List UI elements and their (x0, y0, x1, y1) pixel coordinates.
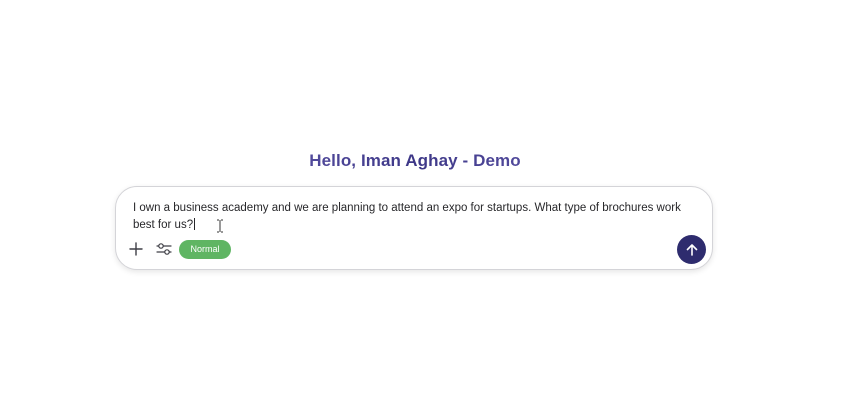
greeting-title: Hello, Iman Aghay - Demo (0, 151, 830, 171)
chat-composer: I own a business academy and we are plan… (115, 186, 713, 270)
settings-button[interactable] (154, 239, 174, 259)
mode-toggle[interactable]: Normal (179, 240, 231, 259)
text-caret (194, 218, 196, 230)
add-button[interactable] (126, 239, 146, 259)
plus-icon (129, 242, 143, 256)
sliders-icon (156, 243, 172, 255)
arrow-up-icon (686, 243, 697, 256)
page: Hello, Iman Aghay - Demo I own a busines… (0, 0, 841, 419)
text-cursor-icon (217, 219, 223, 233)
send-button[interactable] (677, 235, 706, 264)
